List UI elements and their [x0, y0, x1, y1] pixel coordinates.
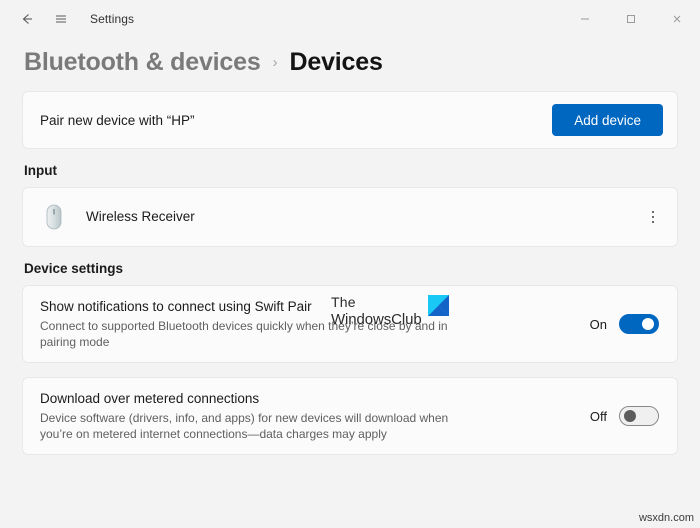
title-bar: Settings: [0, 0, 700, 38]
hamburger-menu-icon[interactable]: [44, 4, 78, 34]
pair-new-device-label: Pair new device with “HP”: [40, 112, 195, 128]
input-section-heading: Input: [24, 163, 57, 178]
more-options-icon[interactable]: [637, 201, 669, 233]
setting-description: Device software (drivers, info, and apps…: [40, 411, 449, 441]
page-title: Devices: [289, 48, 383, 76]
back-arrow-icon[interactable]: [10, 4, 44, 34]
device-settings-heading: Device settings: [24, 261, 124, 276]
setting-text-block: Download over metered connections Device…: [40, 390, 470, 442]
breadcrumb-parent-link[interactable]: Bluetooth & devices: [24, 48, 261, 77]
device-name: Wireless Receiver: [86, 209, 195, 224]
settings-content: Pair new device with “HP” Add device Inp…: [0, 91, 700, 455]
close-button[interactable]: [654, 0, 700, 38]
toggle-state-label: On: [589, 316, 607, 332]
setting-title: Download over metered connections: [40, 391, 260, 406]
device-row-wireless-receiver[interactable]: Wireless Receiver: [22, 187, 678, 247]
pair-new-device-card: Pair new device with “HP” Add device: [22, 91, 678, 149]
setting-text-block: Show notifications to connect using Swif…: [40, 298, 470, 350]
breadcrumb: Bluetooth & devices › Devices: [0, 38, 700, 91]
setting-title: Show notifications to connect using Swif…: [40, 299, 312, 314]
toggle-group: On: [590, 314, 663, 334]
toggle-state-label: Off: [589, 408, 607, 424]
device-info: Wireless Receiver: [86, 208, 195, 226]
swift-pair-toggle[interactable]: [619, 314, 659, 334]
bottom-right-watermark: wsxdn.com: [638, 512, 694, 524]
toggle-group: Off: [590, 406, 663, 426]
setting-row-swift-pair: Show notifications to connect using Swif…: [22, 285, 678, 363]
metered-connections-toggle[interactable]: [619, 406, 659, 426]
setting-row-metered-connections: Download over metered connections Device…: [22, 377, 678, 455]
maximize-button[interactable]: [608, 0, 654, 38]
minimize-button[interactable]: [562, 0, 608, 38]
mouse-icon: [39, 204, 69, 230]
chevron-right-icon: ›: [272, 54, 278, 71]
add-device-button[interactable]: Add device: [552, 104, 663, 136]
app-title: Settings: [90, 12, 135, 26]
setting-description: Connect to supported Bluetooth devices q…: [40, 319, 448, 349]
window-controls: [562, 0, 700, 38]
